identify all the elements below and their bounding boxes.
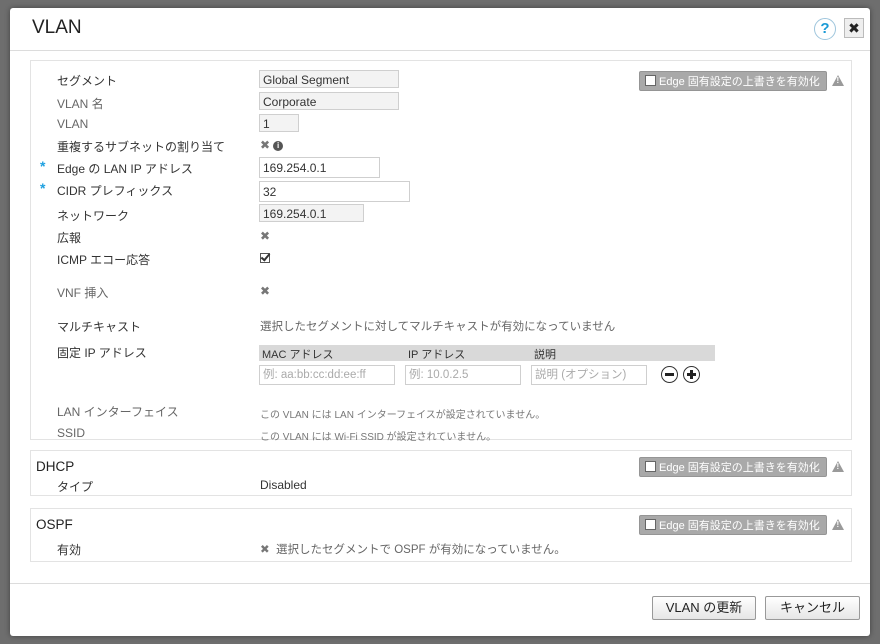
x-icon: ✖ (260, 229, 271, 243)
segment-field: Global Segment (259, 70, 399, 88)
ospf-status-text: 選択したセグメントで OSPF が有効になっていません。 (276, 544, 566, 556)
warning-icon (832, 75, 844, 86)
warning-icon (832, 461, 844, 472)
vlan-name-label: VLAN 名 (57, 97, 104, 111)
dhcp-title: DHCP (36, 459, 75, 474)
x-icon: ✖ (260, 284, 271, 298)
remove-row-button[interactable] (661, 366, 678, 383)
override-label: Edge 固有設定の上書きを有効化 (659, 76, 820, 88)
mac-column-header: MAC アドレス (262, 349, 334, 361)
required-marker: * (40, 180, 46, 196)
vlan-id-label: VLAN (57, 117, 89, 131)
override-toggle-dhcp[interactable]: Edge 固有設定の上書きを有効化 (639, 457, 827, 477)
override-checkbox[interactable] (645, 461, 656, 472)
override-toggle-main[interactable]: Edge 固有設定の上書きを有効化 (639, 71, 827, 91)
segment-label: セグメント (57, 74, 118, 88)
cancel-button[interactable]: キャンセル (765, 596, 860, 620)
vnf-insertion-label: VNF 挿入 (57, 286, 109, 300)
close-icon[interactable]: ✖ (844, 18, 864, 38)
ospf-enabled-label: 有効 (57, 543, 82, 557)
network-label: ネットワーク (57, 209, 130, 223)
icmp-echo-value (260, 252, 270, 266)
checkbox-checked-icon (260, 253, 270, 263)
help-icon[interactable]: ? (814, 18, 836, 40)
dhcp-type-label: タイプ (57, 480, 94, 494)
ip-address-input[interactable]: 例: 10.0.2.5 (405, 365, 521, 385)
static-ip-table-header: MAC アドレス IP アドレス 説明 (259, 345, 715, 361)
cidr-prefix-label: CIDR プレフィックス (57, 184, 174, 198)
dialog-title: VLAN (32, 17, 82, 38)
add-row-button[interactable] (683, 366, 700, 383)
ssid-value: この VLAN には Wi-Fi SSID が設定されていません。 (260, 432, 497, 443)
ospf-enabled-value: ✖ 選択したセグメントで OSPF が有効になっていません。 (260, 541, 566, 557)
override-checkbox[interactable] (645, 519, 656, 530)
icmp-echo-label: ICMP エコー応答 (57, 253, 151, 267)
description-input[interactable]: 説明 (オプション) (531, 365, 647, 385)
vlan-settings-section: セグメント Global Segment Edge 固有設定の上書きを有効化 V… (30, 60, 852, 443)
dialog-header: VLAN ? ✖ (10, 8, 870, 51)
static-ip-label: 固定 IP アドレス (57, 346, 147, 360)
vlan-name-field: Corporate (259, 92, 399, 110)
multicast-label: マルチキャスト (57, 320, 142, 334)
override-checkbox[interactable] (645, 75, 656, 86)
override-toggle-ospf[interactable]: Edge 固有設定の上書きを有効化 (639, 515, 827, 535)
x-icon: ✖ (260, 544, 270, 556)
dhcp-type-value: Disabled (260, 478, 307, 492)
update-vlan-button[interactable]: VLAN の更新 (652, 596, 756, 620)
edge-lan-ip-label: Edge の LAN IP アドレス (57, 162, 193, 176)
info-icon[interactable]: i (273, 141, 284, 151)
broadcast-label: 広報 (57, 231, 82, 245)
cidr-prefix-input[interactable]: 32 (259, 181, 410, 202)
ospf-section: OSPF Edge 固有設定の上書きを有効化 有効 ✖ 選択したセグメントで O… (30, 508, 852, 562)
lan-interface-value: この VLAN には LAN インターフェイスが設定されていません。 (260, 410, 546, 421)
warning-icon (832, 519, 844, 530)
ssid-label: SSID (57, 426, 86, 440)
network-field: 169.254.0.1 (259, 204, 364, 222)
edge-lan-ip-input[interactable]: 169.254.0.1 (259, 157, 380, 178)
override-label: Edge 固有設定の上書きを有効化 (659, 462, 820, 474)
overlap-subnet-label: 重複するサブネットの割り当て (57, 140, 226, 154)
lan-interface-label: LAN インターフェイス (57, 405, 179, 419)
dhcp-section: DHCP Edge 固有設定の上書きを有効化 タイプ Disabled (30, 450, 852, 496)
override-label: Edge 固有設定の上書きを有効化 (659, 520, 820, 532)
description-column-header: 説明 (534, 349, 556, 361)
mac-address-input[interactable]: 例: aa:bb:cc:dd:ee:ff (259, 365, 395, 385)
vlan-dialog: VLAN ? ✖ セグメント Global Segment Edge 固有設定の… (10, 8, 870, 636)
required-marker: * (40, 158, 46, 174)
multicast-value: 選択したセグメントに対してマルチキャストが有効になっていません (260, 321, 616, 333)
overlap-subnet-value: ✖ i (260, 138, 284, 152)
ospf-title: OSPF (36, 517, 73, 532)
dialog-footer-divider (10, 583, 870, 584)
vlan-id-field: 1 (259, 114, 299, 132)
ip-column-header: IP アドレス (408, 349, 466, 361)
x-icon: ✖ (260, 138, 271, 152)
